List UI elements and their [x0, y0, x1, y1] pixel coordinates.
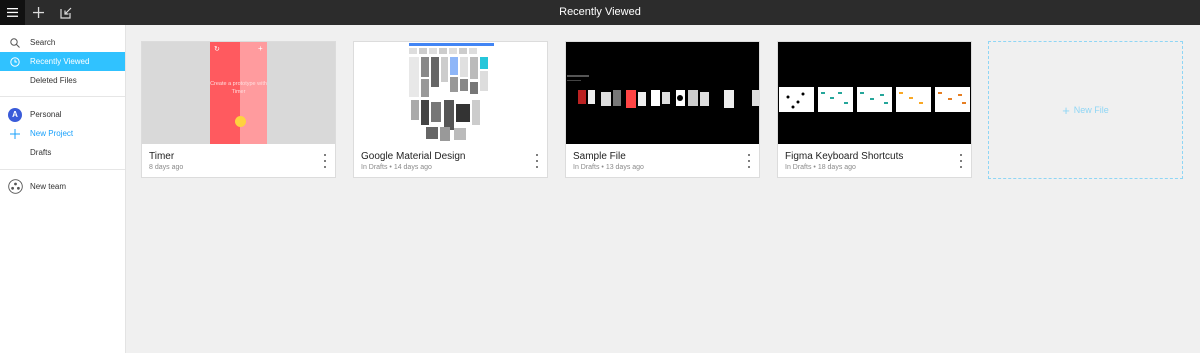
divider — [0, 169, 125, 170]
file-location: In Drafts — [361, 164, 388, 171]
file-card-google-material-design[interactable]: Google Material Design In Drafts • 14 da… — [353, 41, 548, 178]
new-file-button[interactable]: + New File — [988, 41, 1183, 179]
sidebar-item-label: New team — [30, 182, 67, 191]
file-thumbnail — [354, 42, 547, 144]
file-location: In Drafts — [573, 164, 600, 171]
top-bar: Recently Viewed — [0, 0, 1200, 25]
more-options-icon[interactable] — [534, 154, 540, 168]
page-title: Recently Viewed — [559, 6, 641, 18]
sidebar-item-recently-viewed[interactable]: Recently Viewed — [0, 52, 125, 71]
new-file-top-button[interactable] — [26, 0, 51, 25]
file-location: In Drafts — [785, 164, 812, 171]
more-options-icon[interactable] — [958, 154, 964, 168]
file-thumbnail — [778, 42, 971, 144]
file-age: 18 days ago — [817, 164, 856, 171]
team-icon — [0, 179, 30, 194]
sidebar-item-new-project[interactable]: New Project — [0, 124, 125, 143]
file-age: 13 days ago — [605, 164, 644, 171]
more-options-icon[interactable] — [322, 154, 328, 168]
sidebar-item-label: Recently Viewed — [30, 57, 90, 66]
file-card-sample-file[interactable]: Sample File In Drafts • 13 days ago — [565, 41, 760, 178]
file-thumbnail: Create a prototype with Timer ↻ + — [142, 42, 335, 144]
search-icon — [0, 37, 30, 48]
file-title: Timer — [149, 151, 175, 162]
plus-icon: + — [1062, 102, 1070, 118]
sidebar-item-label: Deleted Files — [30, 76, 77, 85]
file-age: 14 days ago — [393, 164, 432, 171]
file-card-figma-keyboard-shortcuts[interactable]: Figma Keyboard Shortcuts In Drafts • 18 … — [777, 41, 972, 178]
hamburger-icon — [7, 8, 18, 17]
file-title: Figma Keyboard Shortcuts — [785, 151, 904, 162]
sidebar-item-label: Search — [30, 38, 56, 47]
new-file-label: New File — [1073, 105, 1109, 115]
thumbnail-text: Create a prototype with Timer — [210, 81, 267, 95]
avatar: A — [8, 107, 22, 122]
sidebar-item-label: Personal — [30, 110, 62, 119]
sidebar-item-label: Drafts — [30, 148, 52, 157]
file-meta: In Drafts • 13 days ago — [573, 164, 644, 171]
refresh-icon: ↻ — [214, 46, 220, 53]
import-button[interactable] — [53, 0, 78, 25]
file-title: Google Material Design — [361, 151, 466, 162]
import-icon — [59, 7, 71, 19]
file-meta: In Drafts • 14 days ago — [361, 164, 432, 171]
sidebar-item-drafts[interactable]: Drafts — [0, 143, 125, 162]
sidebar-item-search[interactable]: Search — [0, 33, 125, 52]
more-options-icon[interactable] — [746, 154, 752, 168]
sidebar-item-new-team[interactable]: New team — [0, 177, 125, 196]
plus-icon: + — [258, 44, 263, 53]
plus-icon — [33, 7, 44, 18]
file-thumbnail — [566, 42, 759, 144]
clock-icon — [0, 56, 30, 67]
file-meta: In Drafts • 18 days ago — [785, 164, 856, 171]
play-icon — [235, 116, 246, 127]
menu-button[interactable] — [0, 0, 25, 25]
file-meta: 8 days ago — [149, 164, 184, 171]
plus-icon — [0, 128, 30, 139]
sidebar-item-personal[interactable]: A Personal — [0, 105, 125, 124]
file-title: Sample File — [573, 151, 626, 162]
divider — [0, 96, 125, 97]
file-card-timer[interactable]: Create a prototype with Timer ↻ + Timer … — [141, 41, 336, 178]
sidebar-item-label: New Project — [30, 129, 74, 138]
sidebar: Search Recently Viewed Deleted Files A P… — [0, 25, 126, 353]
sidebar-item-deleted-files[interactable]: Deleted Files — [0, 71, 125, 90]
